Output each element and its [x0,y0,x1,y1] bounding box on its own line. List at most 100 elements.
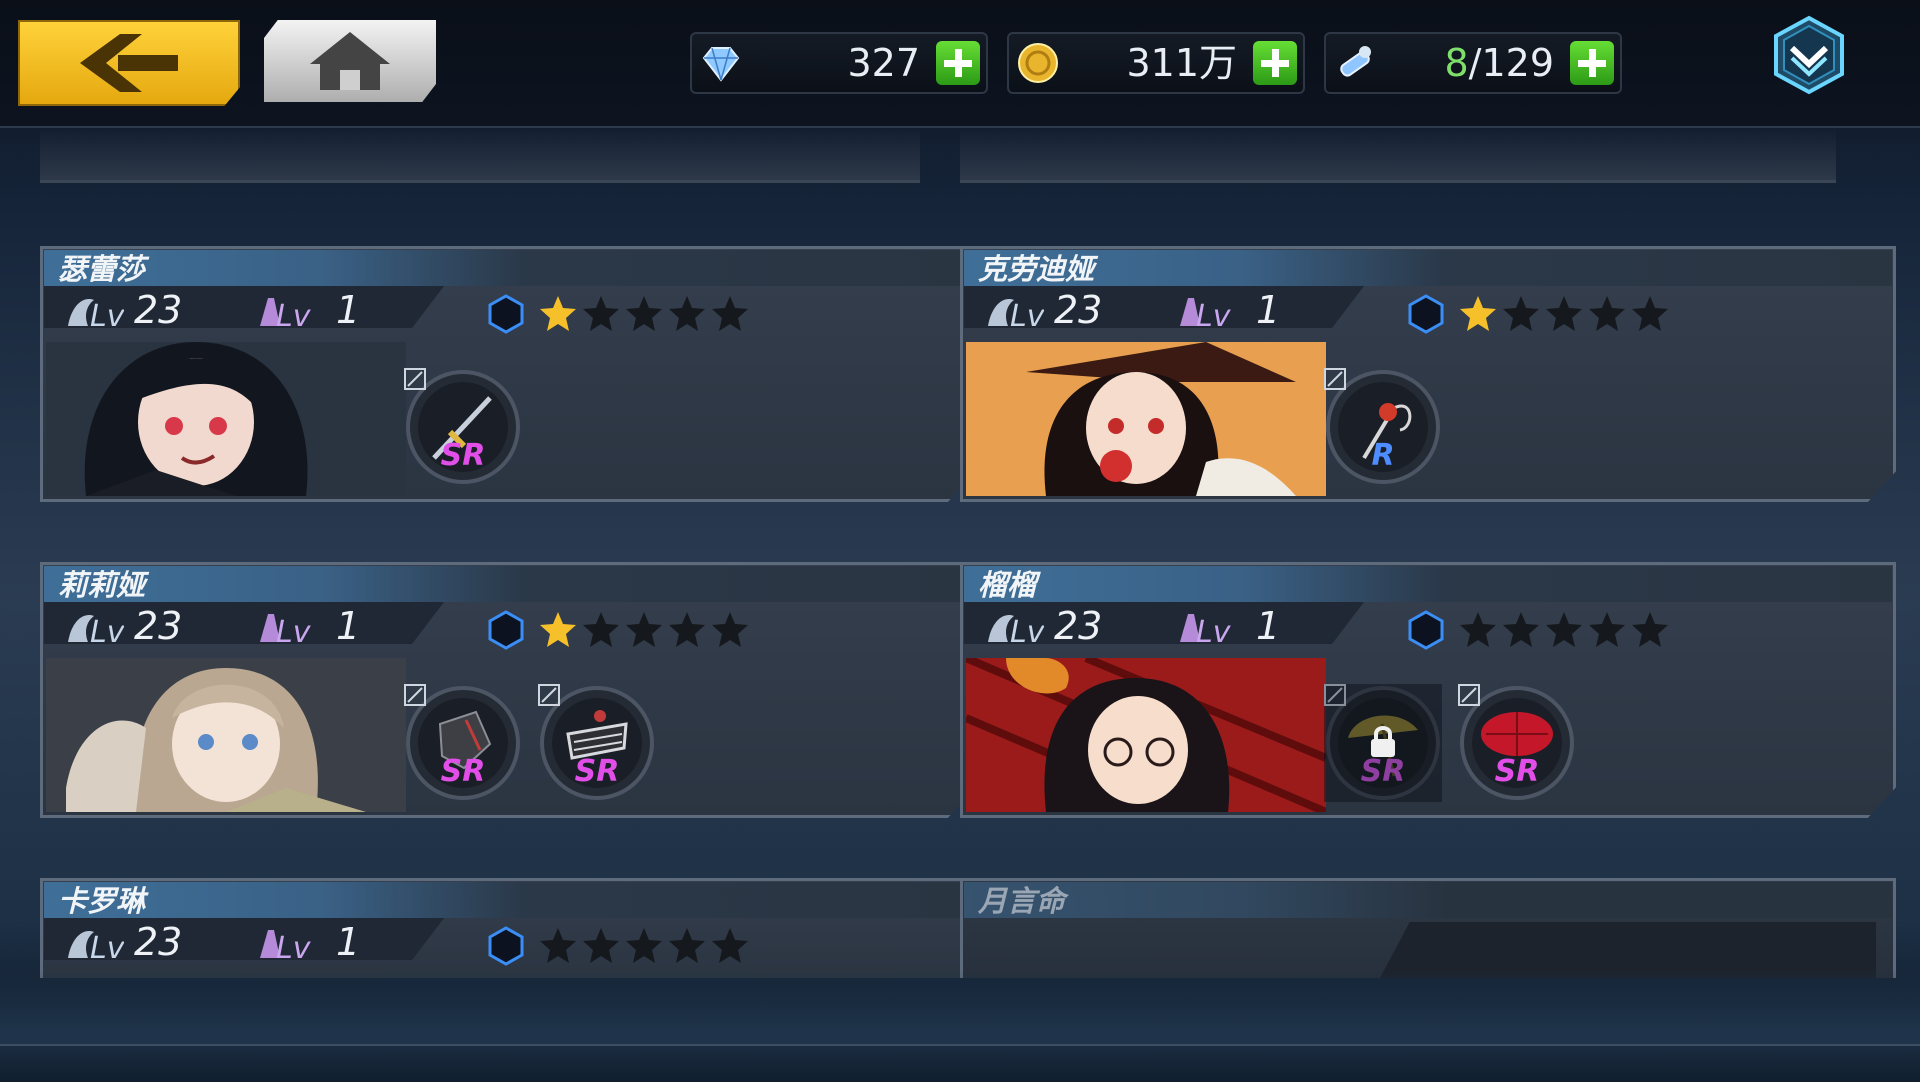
stats-bar: Lv 23 Lv 1 [964,602,1364,644]
class-level-icon: Lv [260,614,312,646]
star-empty-icon [1546,612,1582,647]
character-portrait [46,658,406,812]
equipment-rarity: R [1371,438,1395,473]
star-empty-icon [626,928,662,963]
star-filled-icon [540,296,576,331]
equipment-rarity: SR [1494,754,1540,789]
stamina-count: 8/129 [1444,42,1554,84]
home-button[interactable] [264,20,436,102]
character-name: 榴榴 [978,568,1037,602]
star-empty-icon [583,928,619,963]
chevron-left-icon [80,34,178,92]
character-portrait [966,342,1326,496]
svg-text:Lv: Lv [90,615,124,646]
star-empty-icon [540,928,576,963]
element-hex-icon [1408,294,1444,334]
character-level: 23 [1054,604,1103,648]
class-level-icon: Lv [1180,614,1232,644]
character-card[interactable]: 莉莉娅 Lv 23 Lv 1 SR SR [40,562,976,818]
add-stamina-button[interactable] [1570,41,1614,85]
svg-text:Lv: Lv [1010,615,1044,646]
star-empty-icon [1632,612,1668,647]
character-level: 23 [1054,288,1103,332]
stats-bar: Lv 23 Lv 1 [44,918,444,960]
star-empty-icon [626,296,662,331]
stamina-vial-icon [1340,46,1371,77]
star-empty-icon [712,296,748,331]
star-empty-icon [669,612,705,647]
name-bar: 榴榴 [964,566,1892,602]
svg-text:Lv: Lv [276,299,312,330]
equipment-slot-locked[interactable]: SR [1324,684,1442,802]
character-card[interactable]: 卡罗琳 Lv 23 Lv 1 [40,878,976,978]
star-empty-icon [583,296,619,331]
gold-counter: 311万 [1007,32,1305,94]
edit-tag-icon [1324,368,1346,390]
class-level-icon: Lv [260,298,312,330]
star-empty-icon [1503,612,1539,647]
star-empty-icon [626,612,662,647]
star-empty-icon [583,612,619,647]
character-level: 23 [134,288,183,332]
back-button[interactable] [18,20,240,106]
element-hex-icon [1408,610,1444,650]
svg-text:Lv: Lv [1196,299,1232,330]
add-gold-button[interactable] [1253,41,1297,85]
equipment-slot[interactable]: R [1324,368,1442,486]
class-level: 1 [336,604,361,648]
character-level: 23 [134,604,183,648]
svg-text:Lv: Lv [276,615,312,646]
star-empty-icon [669,928,705,963]
lock-icon [1371,726,1395,757]
level-icon: Lv [68,931,124,960]
name-bar: 卡罗琳 [44,882,972,918]
element-hex-icon [488,926,524,966]
equipment-slot[interactable]: SR [1458,684,1576,802]
equipment-slot[interactable]: SR [538,684,656,802]
star-empty-icon [1546,296,1582,331]
class-level: 1 [336,288,361,332]
equipment-rarity: SR [440,438,486,473]
equipment-slot[interactable]: SR [404,684,522,802]
bottom-bar [0,1044,1920,1082]
star-empty-icon [1632,296,1668,331]
star-empty-icon [669,296,705,331]
top-bar: 327 311万 8/129 [0,0,1920,128]
svg-text:Lv: Lv [1010,299,1044,330]
name-bar: 克劳迪娅 [964,250,1892,286]
edit-tag-icon [1458,684,1480,706]
svg-text:Lv: Lv [276,931,312,962]
star-empty-icon [712,612,748,647]
character-name: 瑟蕾莎 [58,252,146,286]
edit-tag-icon [538,684,560,706]
level-icon: Lv [68,615,124,646]
character-level: 23 [134,920,183,964]
gem-icon [702,47,740,82]
class-level: 1 [1256,604,1281,648]
gold-coin-icon [1018,43,1058,83]
stamina-current: 8 [1444,41,1469,85]
character-card[interactable]: 榴榴 Lv 23 Lv 1 SR SR [960,562,1896,818]
stamina-separator: / [1468,41,1482,85]
character-card[interactable]: 克劳迪娅 Lv 23 Lv 1 R [960,246,1896,502]
partial-card-right [960,128,1836,183]
name-bar: 月言命 [964,882,1892,918]
home-icon [310,32,390,90]
character-name: 莉莉娅 [58,568,146,602]
star-empty-icon [1589,612,1625,647]
element-hex-icon [488,610,524,650]
character-name: 卡罗琳 [58,884,146,918]
svg-text:Lv: Lv [90,299,124,330]
equipment-rarity: SR [1360,754,1406,789]
add-gems-button[interactable] [936,41,980,85]
equipment-rarity: SR [574,754,620,789]
equipment-slot[interactable]: SR [404,368,522,486]
character-card[interactable]: 瑟蕾莎 Lv 23 Lv 1 SR [40,246,976,502]
character-name: 克劳迪娅 [978,252,1095,286]
star-empty-icon [712,928,748,963]
equipment-rarity: SR [440,754,486,789]
dropdown-button[interactable] [1768,14,1850,96]
character-card-locked[interactable]: 月言命 [960,878,1896,978]
stamina-max: 129 [1481,41,1554,85]
partial-card-left [40,128,920,183]
